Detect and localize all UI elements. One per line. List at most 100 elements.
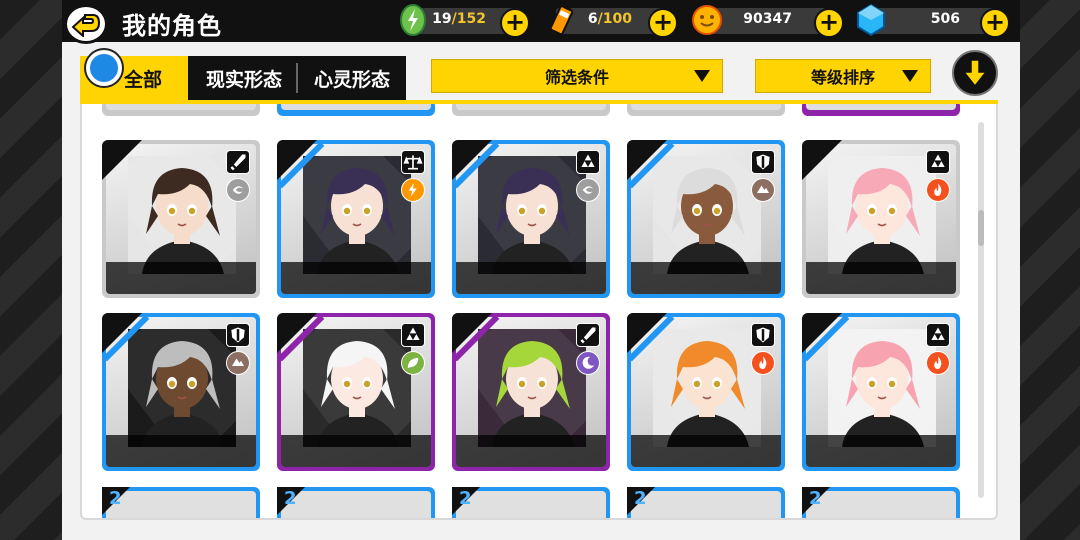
sort-label: 等级排序 <box>810 68 875 87</box>
level-bar <box>456 262 606 294</box>
rarity-corner <box>277 313 317 353</box>
shield-icon <box>751 323 775 347</box>
character-card[interactable] <box>627 313 785 471</box>
character-card-partial[interactable] <box>627 104 785 116</box>
back-button[interactable] <box>64 4 108 44</box>
character-card-partial[interactable]: 2 <box>802 487 960 518</box>
rarity-corner <box>627 140 667 180</box>
level-bar <box>806 262 956 294</box>
earth-icon <box>226 351 250 375</box>
rarity-number: 2 <box>109 488 122 509</box>
fire-icon <box>926 351 950 375</box>
character-portrait <box>303 156 411 274</box>
character-portrait <box>653 329 761 447</box>
battery-max: /100 <box>597 11 632 27</box>
selected-tab-indicator <box>86 50 122 86</box>
level-bar <box>281 262 431 294</box>
earth-icon <box>751 178 775 202</box>
battery-current: 6 <box>587 11 598 27</box>
rarity-corner <box>452 140 492 180</box>
level-bar <box>106 435 256 467</box>
stamina-current: 19 <box>432 11 452 27</box>
scales-icon <box>401 150 425 174</box>
character-card-partial[interactable]: 2 <box>452 487 610 518</box>
sword-icon <box>576 323 600 347</box>
page-title: 我的角色 <box>122 12 222 40</box>
leaf-icon <box>401 351 425 375</box>
level-bar <box>281 435 431 467</box>
level-bar <box>106 262 256 294</box>
character-card-partial[interactable] <box>277 104 435 116</box>
character-card[interactable] <box>802 140 960 298</box>
down-arrow-icon <box>962 59 988 88</box>
dropdown-arrow-icon <box>694 70 710 82</box>
battery-icon <box>544 2 578 38</box>
rarity-corner <box>102 140 142 180</box>
character-portrait <box>478 156 586 274</box>
character-card[interactable] <box>452 140 610 298</box>
rarity-number: 2 <box>284 488 297 509</box>
character-card-partial[interactable]: 2 <box>277 487 435 518</box>
character-card[interactable] <box>627 140 785 298</box>
character-card[interactable] <box>802 313 960 471</box>
character-card-partial[interactable]: 2 <box>102 487 260 518</box>
coin-icon <box>690 2 724 38</box>
level-bar <box>456 435 606 467</box>
form-tabs: 全部 现实形态 心灵形态 <box>80 56 406 100</box>
triforce-icon <box>401 323 425 347</box>
rarity-corner <box>102 313 142 353</box>
character-card[interactable] <box>277 140 435 298</box>
level-bar <box>631 262 781 294</box>
character-card[interactable] <box>277 313 435 471</box>
character-portrait <box>128 156 236 274</box>
rarity-number: 2 <box>634 488 647 509</box>
rarity-number: 2 <box>459 488 472 509</box>
add-coins-button[interactable]: + <box>814 8 844 38</box>
character-portrait <box>128 329 236 447</box>
wind-icon <box>576 178 600 202</box>
triforce-icon <box>576 150 600 174</box>
shield-icon <box>751 150 775 174</box>
fire-icon <box>751 351 775 375</box>
triforce-icon <box>926 150 950 174</box>
rarity-corner <box>802 140 842 180</box>
character-card[interactable] <box>102 313 260 471</box>
character-portrait <box>828 329 936 447</box>
level-bar <box>806 435 956 467</box>
rarity-corner <box>452 313 492 353</box>
sort-order-button[interactable] <box>952 50 998 96</box>
wind-icon <box>226 178 250 202</box>
shield-icon <box>226 323 250 347</box>
right-frame-pattern <box>1010 0 1080 540</box>
lightning-icon <box>401 178 425 202</box>
character-card-partial[interactable] <box>802 104 960 116</box>
dropdown-arrow-icon <box>902 70 918 82</box>
triforce-icon <box>926 323 950 347</box>
add-battery-button[interactable]: + <box>648 8 678 38</box>
rarity-corner <box>627 313 667 353</box>
character-card-partial[interactable]: 2 <box>627 487 785 518</box>
stamina-max: /152 <box>451 11 486 27</box>
tab-reality-form[interactable]: 现实形态 <box>188 56 296 100</box>
character-portrait <box>653 156 761 274</box>
character-portrait <box>303 329 411 447</box>
add-stamina-button[interactable]: + <box>500 8 530 38</box>
character-portrait <box>478 329 586 447</box>
character-card-partial[interactable] <box>102 104 260 116</box>
scrollbar-track[interactable] <box>978 122 984 498</box>
character-card[interactable] <box>452 313 610 471</box>
add-gems-button[interactable]: + <box>980 8 1010 38</box>
tab-mind-form[interactable]: 心灵形态 <box>298 56 406 100</box>
scrollbar-thumb[interactable] <box>978 210 984 246</box>
character-card-partial[interactable] <box>452 104 610 116</box>
character-card[interactable] <box>102 140 260 298</box>
character-portrait <box>828 156 936 274</box>
back-arrow-icon <box>71 14 101 37</box>
crystal-icon <box>854 2 888 38</box>
rarity-number: 2 <box>809 488 822 509</box>
left-frame-pattern <box>0 0 70 540</box>
rarity-corner <box>277 140 317 180</box>
gems-amount: 506 <box>930 11 960 27</box>
sort-dropdown[interactable]: 等级排序 <box>755 59 931 93</box>
filter-dropdown[interactable]: 筛选条件 <box>431 59 723 93</box>
